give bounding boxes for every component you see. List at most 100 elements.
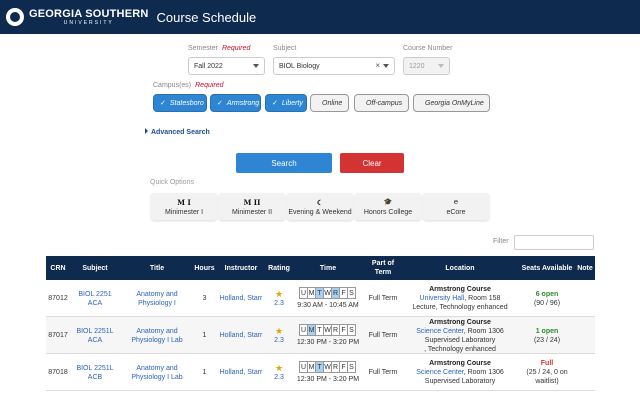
course-number-placeholder: 1220 xyxy=(409,62,425,70)
campus-georgia-onmyline[interactable]: Georgia OnMyLine xyxy=(413,94,490,112)
instructor-link[interactable]: Holland, Starr xyxy=(220,294,263,303)
table-row: 87017 BIOL 2251L ACA Anatomy and Physiology … xyxy=(46,317,595,354)
title-link[interactable]: Anatomy and xyxy=(136,290,177,299)
room-value: , Room 158 xyxy=(464,295,501,302)
cell-subject: BIOL 2251L ACA xyxy=(70,317,120,354)
app-title: Course Schedule xyxy=(156,9,257,25)
quick-option-honors-college[interactable]: 🎓 Honors College xyxy=(355,193,421,220)
building-link[interactable]: University Hall xyxy=(420,295,465,302)
title-link-line2[interactable]: Physiology I Lab xyxy=(131,336,182,345)
logo-line1: GEORGIA SOUTHERN xyxy=(29,7,149,20)
cell-rating: ★ 2.3 xyxy=(267,317,291,354)
day-cell: S xyxy=(347,361,356,373)
chevron-down-icon xyxy=(438,64,444,68)
cell-time: U M T W R F S 12:30 PM - 3:20 PM xyxy=(291,317,365,354)
col-rating[interactable]: Rating xyxy=(267,256,291,280)
title-link-line2[interactable]: Physiology I Lab xyxy=(131,373,182,382)
subject-select[interactable]: BIOL Biology × xyxy=(273,57,395,75)
col-seats[interactable]: Seats Available xyxy=(519,256,575,280)
col-instructor[interactable]: Instructor xyxy=(215,256,267,280)
title-link[interactable]: Anatomy and xyxy=(136,364,177,373)
time-range: 12:30 PM - 3:20 PM xyxy=(296,376,360,383)
cell-hours: 1 xyxy=(194,317,215,354)
table-row: 87018 BIOL 2251L ACB Anatomy and Physiology … xyxy=(46,354,595,391)
cell-location: Armstrong Course University Hall, Room 15… xyxy=(401,280,519,317)
cell-title: Anatomy and Physiology I xyxy=(120,280,194,317)
seats-status: Full xyxy=(540,360,554,367)
campus-label: Campus(es) Required xyxy=(153,82,224,89)
clear-selection-icon[interactable]: × xyxy=(375,61,380,70)
instructor-link[interactable]: Holland, Starr xyxy=(220,368,263,377)
col-hours[interactable]: Hours xyxy=(194,256,215,280)
cell-crn: 87012 xyxy=(46,280,70,317)
col-title[interactable]: Title xyxy=(120,256,194,280)
building-link[interactable]: Science Center xyxy=(416,328,463,335)
section-link[interactable]: ACA xyxy=(88,299,102,308)
crn-value: 87018 xyxy=(48,369,68,376)
crn-value: 87017 xyxy=(48,332,68,339)
cell-term: Full Term xyxy=(365,280,401,317)
semester-select[interactable]: Fall 2022 xyxy=(188,57,265,75)
title-link-line2[interactable]: Physiology I xyxy=(138,299,176,308)
campus-statesboro[interactable]: ✓ Statesboro xyxy=(153,94,207,112)
time-range: 9:30 AM - 10:45 AM xyxy=(297,302,359,309)
subject-link[interactable]: BIOL 2251L xyxy=(76,364,113,373)
subject-link[interactable]: BIOL 2251L xyxy=(76,327,113,336)
quick-option-minimester-2[interactable]: M II Minimester II xyxy=(219,193,285,220)
campus-armstrong[interactable]: ✓ Armstrong xyxy=(210,94,261,112)
cell-hours: 3 xyxy=(194,280,215,317)
subject-value: BIOL Biology xyxy=(279,62,320,70)
campus-off-campus[interactable]: Off-campus xyxy=(354,94,409,112)
col-location[interactable]: Location xyxy=(401,256,519,280)
caret-right-icon xyxy=(145,128,148,134)
crn-value: 87012 xyxy=(48,295,68,302)
seats-detail2: waitlist) xyxy=(535,378,559,385)
rating-value[interactable]: 2.3 xyxy=(274,373,284,382)
campus-online[interactable]: Online xyxy=(310,94,349,112)
cell-instructor: Holland, Starr xyxy=(215,317,267,354)
star-icon: ★ xyxy=(274,288,284,299)
location-line: University Hall, Room 158 xyxy=(420,294,501,303)
section-link[interactable]: ACA xyxy=(88,336,102,345)
quick-option-evening-weekend[interactable]: ☾ Evening & Weekend xyxy=(287,193,353,220)
location-desc: Supervised Laboratory xyxy=(424,336,496,344)
university-logo[interactable]: GEORGIA SOUTHERN UNIVERSITY xyxy=(6,8,149,26)
col-time[interactable]: Time xyxy=(291,256,365,280)
title-link[interactable]: Anatomy and xyxy=(136,327,177,336)
rating-value[interactable]: 2.3 xyxy=(274,336,284,345)
table-header: CRN Subject Title Hours Instructor Ratin… xyxy=(46,256,595,280)
cell-title: Anatomy and Physiology I Lab xyxy=(120,317,194,354)
cell-rating: ★ 2.3 xyxy=(267,354,291,391)
cell-location: Armstrong Course Science Center, Room 130… xyxy=(401,354,519,391)
course-number-label: Course Number xyxy=(403,45,453,52)
cell-seats: 1 open (23 / 24) xyxy=(519,317,575,354)
course-table: CRN Subject Title Hours Instructor Ratin… xyxy=(46,256,595,391)
cell-note xyxy=(575,317,595,354)
subject-link[interactable]: BIOL 2251 xyxy=(78,290,111,299)
col-subject[interactable]: Subject xyxy=(70,256,120,280)
quick-options-label: Quick Options xyxy=(150,179,194,186)
instructor-link[interactable]: Holland, Starr xyxy=(220,331,263,340)
check-icon: ✓ xyxy=(160,100,166,107)
filter-input[interactable] xyxy=(514,235,594,250)
building-link[interactable]: Science Center xyxy=(416,369,463,376)
hours-value: 1 xyxy=(202,369,207,376)
course-number-field[interactable]: 1220 xyxy=(403,57,450,75)
section-link[interactable]: ACB xyxy=(88,373,102,382)
eagle-logo-icon xyxy=(6,8,24,26)
col-part-of-term[interactable]: Part of Term xyxy=(365,256,401,280)
cell-rating: ★ 2.3 xyxy=(267,280,291,317)
search-button[interactable]: Search xyxy=(236,153,332,173)
col-crn[interactable]: CRN xyxy=(46,256,70,280)
location-campus: Armstrong Course xyxy=(429,318,491,326)
quick-option-ecore[interactable]: e eCore xyxy=(423,193,489,220)
table-row: 87012 BIOL 2251 ACA Anatomy and Physiology I… xyxy=(46,280,595,317)
clear-button[interactable]: Clear xyxy=(340,153,404,173)
quick-option-minimester-1[interactable]: M I Minimester I xyxy=(151,193,217,220)
advanced-search-link[interactable]: Advanced Search xyxy=(145,128,210,136)
col-note[interactable]: Note xyxy=(575,256,595,280)
cell-time: U M T W R F S 12:30 PM - 3:20 PM xyxy=(291,354,365,391)
rating-value[interactable]: 2.3 xyxy=(274,299,284,308)
cell-title: Anatomy and Physiology I Lab xyxy=(120,354,194,391)
campus-liberty[interactable]: ✓ Liberty xyxy=(265,94,307,112)
